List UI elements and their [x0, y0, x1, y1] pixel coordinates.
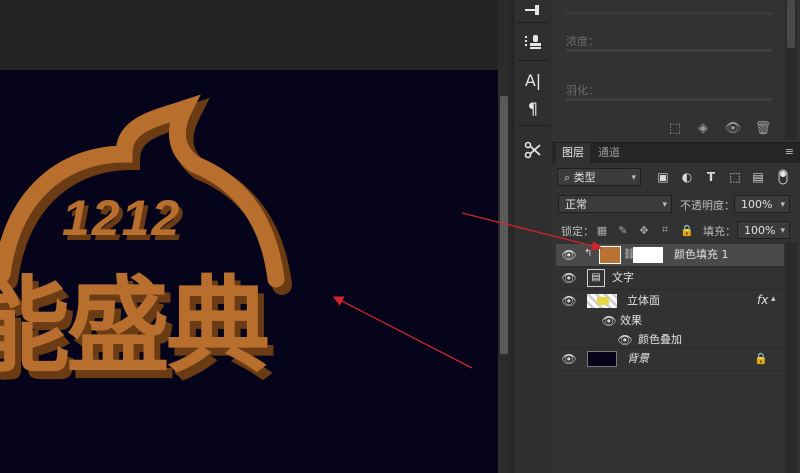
layers-panel-tabs: 图层 通道 ≡: [552, 142, 800, 163]
opacity-input[interactable]: 100% ▾: [734, 195, 790, 213]
tab-channels[interactable]: 通道: [592, 143, 626, 163]
fill-input[interactable]: 100% ▾: [737, 221, 790, 239]
chevron-down-icon: ▾: [780, 200, 785, 210]
apply-mask-icon[interactable]: ◈: [694, 119, 712, 137]
feather-label: 羽化：: [566, 84, 599, 97]
artwork-svg: 1212 1212 能盛典 能盛典: [0, 94, 292, 395]
tab-layers[interactable]: 图层: [556, 143, 590, 163]
eye-icon[interactable]: 👁: [601, 314, 616, 328]
tool-separator: [517, 125, 549, 126]
lock-transparency-icon[interactable]: ▦: [595, 223, 609, 237]
chevron-down-icon: ▾: [662, 200, 667, 210]
fx-icon[interactable]: fx: [757, 293, 768, 307]
feather-slider[interactable]: [566, 98, 772, 101]
character-panel-icon[interactable]: A|: [520, 68, 546, 92]
artwork-title-text: 能盛典: [0, 265, 268, 387]
density-slider[interactable]: [566, 49, 772, 52]
trash-icon[interactable]: 🗑: [754, 119, 772, 137]
pixel-filter-icon[interactable]: ▣: [655, 169, 671, 185]
blend-mode-value: 正常: [565, 198, 587, 211]
lock-icon: 🔒: [754, 352, 768, 365]
thumbnail-content: [597, 297, 609, 305]
properties-scroll-thumb[interactable]: [787, 0, 795, 48]
search-icon: ⌕: [564, 171, 574, 184]
shape-filter-icon[interactable]: ⬚: [727, 169, 743, 185]
eye-icon[interactable]: 👁: [617, 333, 632, 347]
tool-separator: [517, 22, 549, 23]
expand-arrow-icon[interactable]: ▴: [771, 294, 776, 304]
eye-icon[interactable]: 👁: [561, 352, 576, 366]
fill-value: 100%: [744, 224, 776, 237]
fill-label: 填充：: [703, 225, 736, 238]
background-thumbnail[interactable]: [587, 351, 617, 367]
layer-filter-value: 类型: [573, 171, 596, 184]
filter-toggle-icon[interactable]: [775, 169, 791, 185]
tool-separator: [517, 60, 549, 61]
eye-icon[interactable]: 👁: [561, 294, 576, 308]
hamburger-icon[interactable]: ≡: [785, 145, 794, 158]
eye-icon[interactable]: 👁: [561, 271, 576, 285]
panel-tool-strip: A| ¶: [513, 0, 553, 473]
lock-artboard-icon[interactable]: ⌗: [658, 223, 672, 237]
canvas-pasteboard: [0, 0, 498, 70]
smart-object-icon: ▤: [587, 269, 605, 287]
opacity-label: 不透明度：: [680, 199, 735, 212]
layer-name[interactable]: 颜色填充 1: [674, 244, 729, 266]
type-filter-icon[interactable]: T: [703, 169, 719, 185]
layer-thumbnail[interactable]: [587, 294, 617, 308]
layer-filter-dropdown[interactable]: ⌕ 类型 ▾: [557, 168, 641, 186]
properties-top-slider[interactable]: [566, 12, 772, 15]
adjustment-filter-icon[interactable]: ◐: [679, 169, 695, 185]
lock-paint-icon[interactable]: ✎: [616, 223, 630, 237]
layers-scrollbar[interactable]: [785, 242, 797, 473]
clip-arrow-icon: ↰: [584, 248, 593, 259]
layer-row-background[interactable]: 👁 背景 🔒: [556, 348, 784, 370]
chevron-down-icon: ▾: [631, 173, 636, 183]
adjust-panel-icon[interactable]: [520, 0, 546, 22]
lock-label: 锁定：: [561, 225, 594, 238]
color-fill-thumbnail[interactable]: [599, 246, 621, 264]
row-divider: [556, 370, 784, 371]
layer-name[interactable]: 文字: [612, 267, 634, 289]
blend-mode-dropdown[interactable]: 正常 ▾: [558, 195, 672, 213]
lock-all-icon[interactable]: 🔒: [680, 223, 694, 237]
tool-presets-icon[interactable]: [520, 138, 546, 162]
clone-source-icon[interactable]: [520, 30, 546, 54]
density-label: 浓度：: [566, 35, 599, 48]
layer-name[interactable]: 背景: [627, 348, 649, 370]
visibility-eye-icon[interactable]: 👁: [724, 119, 742, 137]
layer-row-3d-face[interactable]: 👁 立体面 fx ▴: [556, 290, 784, 312]
layer-row-text[interactable]: 👁 ▤ 文字: [556, 267, 784, 289]
layer-name[interactable]: 立体面: [627, 290, 660, 312]
paragraph-panel-icon[interactable]: ¶: [520, 96, 546, 120]
eye-icon[interactable]: 👁: [561, 248, 576, 262]
document-canvas[interactable]: 1212 1212 能盛典 能盛典: [0, 70, 498, 473]
layer-mask-thumbnail[interactable]: [633, 247, 663, 263]
canvas-scroll-thumb[interactable]: [500, 96, 508, 354]
smartobject-filter-icon[interactable]: ▤: [750, 169, 766, 185]
chevron-down-icon: ▾: [780, 226, 785, 236]
properties-panel: 浓度： 羽化： ⬚ ◈ 👁 🗑: [552, 0, 800, 140]
load-selection-icon[interactable]: ⬚: [666, 119, 684, 137]
lock-position-icon[interactable]: ✥: [637, 223, 651, 237]
layer-row-color-fill[interactable]: 👁 ↰ ⛓ 颜色填充 1: [556, 244, 784, 266]
artwork-badge-text: 1212: [62, 190, 181, 246]
opacity-value: 100%: [741, 198, 773, 211]
